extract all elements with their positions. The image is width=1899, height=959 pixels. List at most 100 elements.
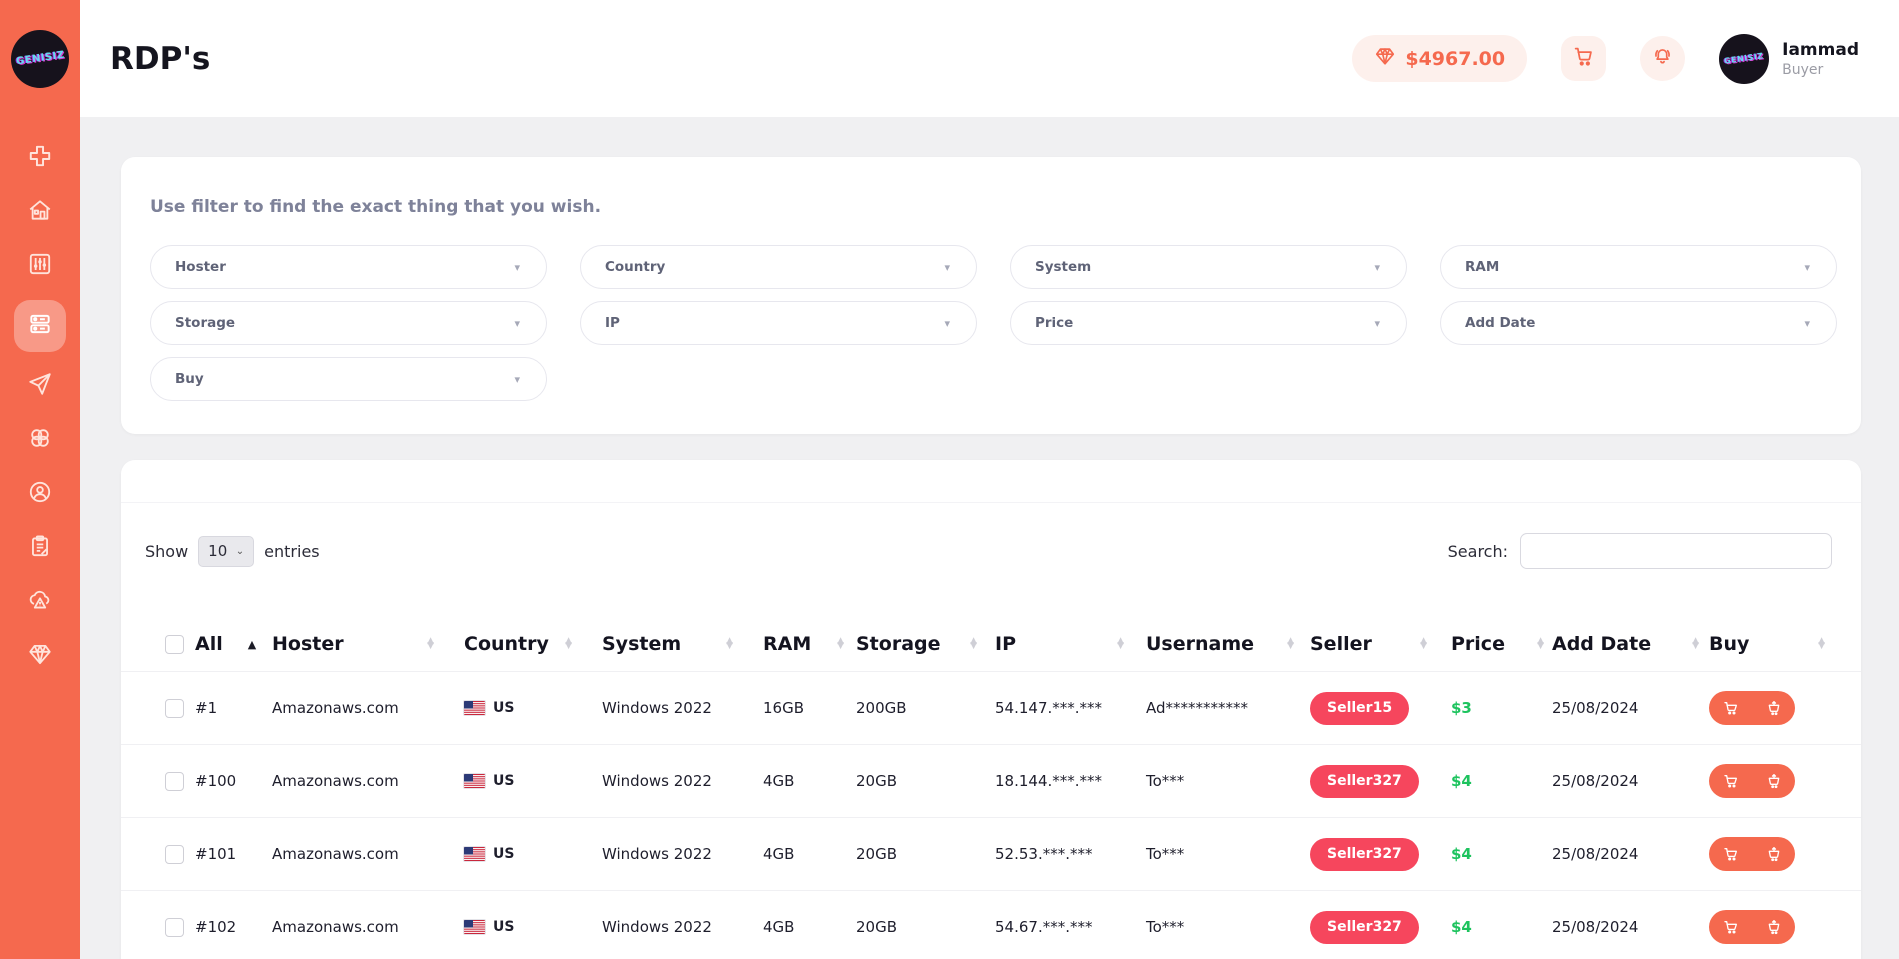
sidebar-item-sliders[interactable] <box>14 246 66 286</box>
header-system[interactable]: System ▲ ▼ <box>602 633 763 655</box>
cell-system: Windows 2022 <box>602 845 712 863</box>
select-all-checkbox[interactable] <box>165 634 184 654</box>
seller-badge[interactable]: Seller327 <box>1310 910 1419 944</box>
brand-logo[interactable]: GENISIZ <box>0 0 80 117</box>
cell-buy <box>1709 764 1861 798</box>
sort-icon[interactable]: ▲ ▼ <box>1692 637 1699 651</box>
add-to-cart-button[interactable] <box>1709 691 1752 725</box>
table-card: Show 10 ⌄ entries Search: All ▲ Hoster ▲… <box>121 460 1861 959</box>
filter-dropdown-ip[interactable]: IP ▾ <box>580 301 977 345</box>
row-checkbox[interactable] <box>165 917 184 937</box>
table-row: #101 Amazonaws.com US Windows 2022 4GB 2… <box>121 817 1861 890</box>
sort-icon[interactable]: ▲ ▼ <box>1117 637 1124 651</box>
add-to-cart-button[interactable] <box>1709 837 1752 871</box>
cell-hoster: Amazonaws.com <box>272 845 399 863</box>
filter-dropdown-country[interactable]: Country ▾ <box>580 245 977 289</box>
main-content: Use filter to find the exact thing that … <box>80 117 1899 959</box>
cell-price: $3 <box>1451 699 1472 717</box>
cell-ram: 4GB <box>763 772 795 790</box>
servers-icon <box>27 311 53 341</box>
sidebar-item-clover[interactable] <box>14 420 66 460</box>
buy-now-button[interactable] <box>1752 764 1795 798</box>
header-all: All ▲ <box>165 633 272 655</box>
cell-price: $4 <box>1451 772 1472 790</box>
sort-icon[interactable]: ▲ ▼ <box>970 637 977 651</box>
add-to-cart-button[interactable] <box>1709 910 1752 944</box>
notifications-button[interactable] <box>1640 36 1686 81</box>
search-input[interactable] <box>1520 533 1832 569</box>
chevron-down-icon: ▾ <box>1374 316 1380 330</box>
header-hoster[interactable]: Hoster ▲ ▼ <box>272 633 464 655</box>
cell-buy <box>1709 910 1861 944</box>
sidebar-item-send[interactable] <box>14 366 66 406</box>
row-checkbox[interactable] <box>165 698 184 718</box>
balance-pill[interactable]: $4967.00 <box>1352 35 1528 82</box>
buy-now-button[interactable] <box>1752 910 1795 944</box>
cell-ip: 18.144.***.*** <box>995 772 1103 790</box>
header-storage[interactable]: Storage ▲ ▼ <box>856 633 995 655</box>
header-buy: Buy ▲ ▼ <box>1709 633 1861 655</box>
cell-add-date: 25/08/2024 <box>1552 772 1639 790</box>
seller-badge[interactable]: Seller15 <box>1310 691 1410 725</box>
sort-icon[interactable]: ▲ ▼ <box>837 637 844 651</box>
filter-label: RAM <box>1465 259 1500 275</box>
sort-icon[interactable]: ▲ ▼ <box>1287 637 1294 651</box>
sidebar-item-rdp-servers[interactable] <box>14 300 66 352</box>
seller-badge[interactable]: Seller327 <box>1310 764 1419 798</box>
search-label: Search: <box>1447 541 1508 561</box>
sort-icon[interactable]: ▲ ▼ <box>1818 637 1825 651</box>
header-label: Username <box>1146 633 1255 655</box>
header-price[interactable]: Price ▲ ▼ <box>1451 633 1552 655</box>
add-to-cart-button[interactable] <box>1709 764 1752 798</box>
sidebar-item-diamond[interactable] <box>14 636 66 676</box>
filter-dropdown-storage[interactable]: Storage ▾ <box>150 301 547 345</box>
chevron-down-icon: ▾ <box>1804 260 1810 274</box>
header-add-date[interactable]: Add Date ▲ ▼ <box>1552 633 1709 655</box>
sidebar-item-home[interactable] <box>14 192 66 232</box>
page-size-group: Show 10 ⌄ entries <box>145 535 320 567</box>
sidebar-item-cloud-alert[interactable] <box>14 582 66 622</box>
sort-icon[interactable]: ▲ ▼ <box>1537 637 1544 651</box>
filter-dropdown-system[interactable]: System ▾ <box>1010 245 1407 289</box>
page-size-value: 10 <box>208 542 228 560</box>
filter-dropdown-ram[interactable]: RAM ▾ <box>1440 245 1837 289</box>
sidebar-item-clipboard[interactable] <box>14 528 66 568</box>
filter-dropdown-hoster[interactable]: Hoster ▾ <box>150 245 547 289</box>
header-ram[interactable]: RAM ▲ ▼ <box>763 633 856 655</box>
us-flag-icon <box>464 701 485 715</box>
row-checkbox[interactable] <box>165 844 184 864</box>
row-checkbox[interactable] <box>165 771 184 791</box>
sidebar-item-globe-user[interactable] <box>14 474 66 514</box>
country-code: US <box>493 846 515 862</box>
sort-asc-indicator[interactable]: ▲ <box>248 638 256 651</box>
filter-dropdown-buy[interactable]: Buy ▾ <box>150 357 547 401</box>
cart-button[interactable] <box>1561 36 1607 81</box>
filter-dropdown-price[interactable]: Price ▾ <box>1010 301 1407 345</box>
buy-now-button[interactable] <box>1752 691 1795 725</box>
cell-select: #100 <box>165 771 272 791</box>
cell-add-date: 25/08/2024 <box>1552 699 1639 717</box>
filter-dropdown-add-date[interactable]: Add Date ▾ <box>1440 301 1837 345</box>
filter-label: System <box>1035 259 1092 275</box>
cell-username: To*** <box>1146 918 1185 936</box>
sort-icon[interactable]: ▲ ▼ <box>427 637 434 651</box>
seller-badge[interactable]: Seller327 <box>1310 837 1419 871</box>
cloud-alert-icon <box>27 587 53 617</box>
cell-select: #102 <box>165 917 272 937</box>
header-country[interactable]: Country ▲ ▼ <box>464 633 602 655</box>
chevron-down-icon: ▾ <box>514 260 520 274</box>
header-username[interactable]: Username ▲ ▼ <box>1146 633 1310 655</box>
buy-now-button[interactable] <box>1752 837 1795 871</box>
user-meta: Iammad Buyer <box>1782 39 1859 77</box>
page-size-select[interactable]: 10 ⌄ <box>198 535 255 567</box>
chevron-down-icon: ▾ <box>514 316 520 330</box>
cell-system: Windows 2022 <box>602 772 712 790</box>
header-ip[interactable]: IP ▲ ▼ <box>995 633 1146 655</box>
sort-icon[interactable]: ▲ ▼ <box>1420 637 1427 651</box>
header-seller[interactable]: Seller ▲ ▼ <box>1310 633 1451 655</box>
user-menu[interactable]: GENISIZ Iammad Buyer <box>1719 33 1859 84</box>
sidebar-item-medical-plus[interactable] <box>14 138 66 178</box>
sort-icon[interactable]: ▲ ▼ <box>726 637 733 651</box>
sort-icon[interactable]: ▲ ▼ <box>565 637 572 651</box>
chevron-down-icon: ▾ <box>1374 260 1380 274</box>
